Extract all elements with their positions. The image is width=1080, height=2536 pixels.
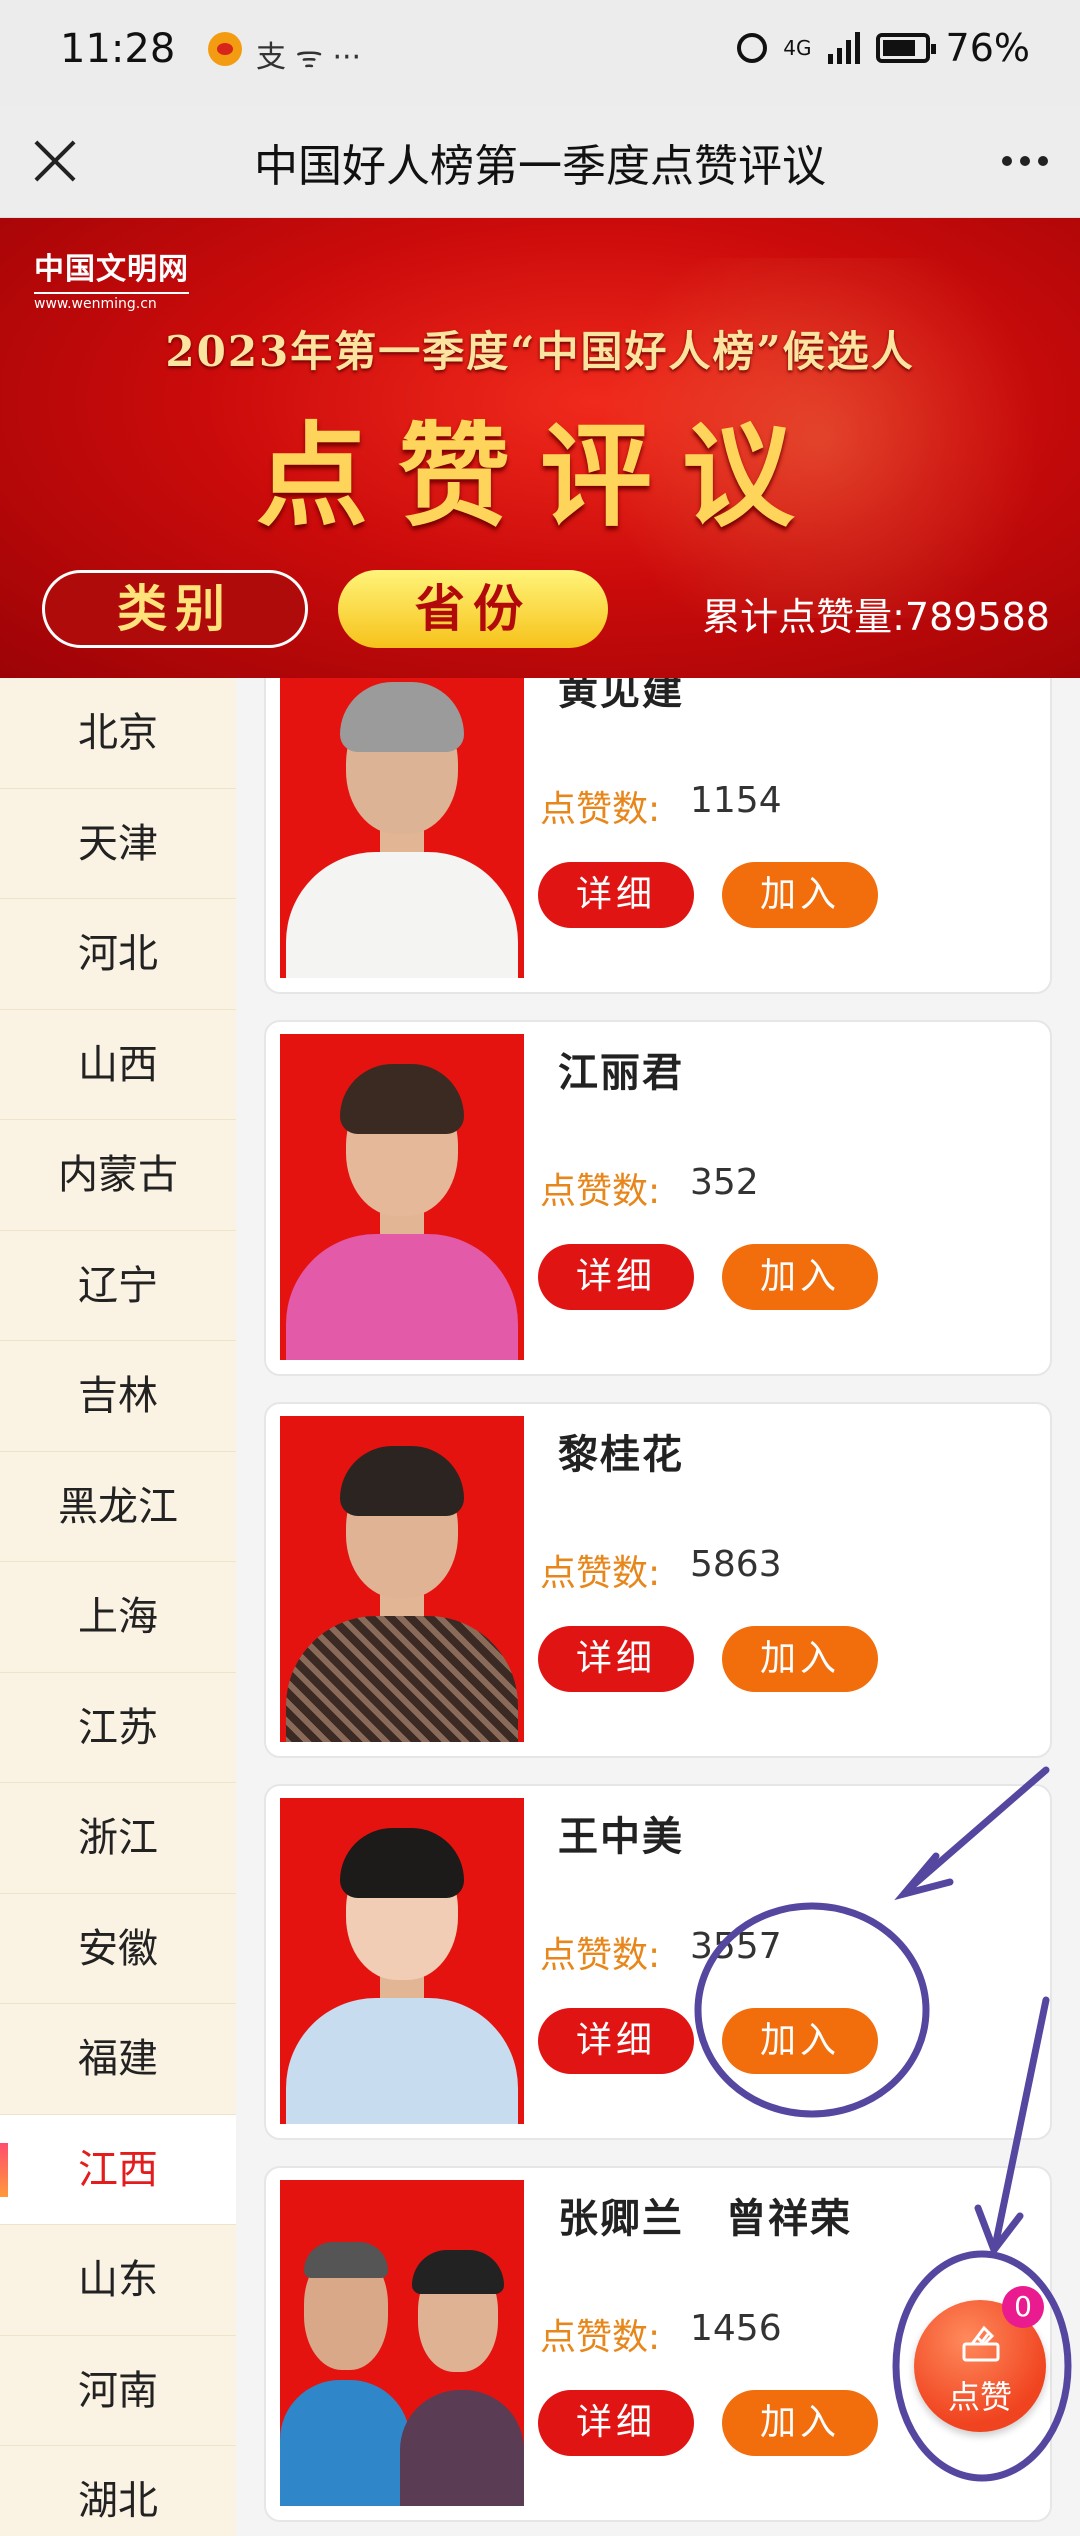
alarm-icon bbox=[737, 33, 768, 63]
notification-glyphs: 支 ᯤ ··· bbox=[256, 40, 362, 75]
join-button[interactable]: 加入 bbox=[722, 862, 878, 928]
detail-button[interactable]: 详细 bbox=[538, 1626, 694, 1692]
sidebar-item-jilin[interactable]: 吉林 bbox=[0, 1341, 236, 1452]
likes-label: 点赞数: bbox=[540, 1935, 661, 1976]
sidebar-item-hubei[interactable]: 湖北 bbox=[0, 2446, 236, 2536]
battery-percent: 76% bbox=[945, 26, 1030, 70]
notification-icons: 支 ᯤ ··· bbox=[208, 32, 361, 76]
candidate-name: 江丽君 bbox=[558, 1050, 684, 1096]
province-sidebar: 北京 天津 河北 山西 内蒙古 辽宁 吉林 黑龙江 上海 江苏 浙江 安徽 福建… bbox=[0, 678, 236, 2536]
vote-label: 点赞 bbox=[947, 2378, 1012, 2416]
weibo-icon bbox=[208, 32, 242, 66]
join-button[interactable]: 加入 bbox=[722, 1244, 878, 1310]
ballot-icon bbox=[962, 2325, 1000, 2362]
detail-button[interactable]: 详细 bbox=[538, 1244, 694, 1310]
sidebar-item-neimenggu[interactable]: 内蒙古 bbox=[0, 1120, 236, 1231]
status-time: 11:28 bbox=[60, 26, 176, 72]
tab-province[interactable]: 省份 bbox=[338, 570, 608, 648]
network-type: 4G bbox=[783, 36, 812, 60]
candidate-card: 黎桂花 点赞数: 5863 详细 加入 bbox=[264, 1402, 1052, 1758]
likes-count: 1154 bbox=[690, 780, 782, 821]
wenming-logo: 中国文明网 www.wenming.cn bbox=[34, 252, 189, 312]
sidebar-item-zhejiang[interactable]: 浙江 bbox=[0, 1783, 236, 1894]
sidebar-item-anhui[interactable]: 安徽 bbox=[0, 1894, 236, 2004]
likes-count: 352 bbox=[690, 1162, 759, 1203]
candidate-card: 黄见建 点赞数: 1154 详细 加入 bbox=[264, 678, 1052, 994]
system-icons: 4G 76% bbox=[737, 26, 1030, 70]
vote-count-badge: 0 bbox=[1002, 2286, 1044, 2328]
candidate-photo bbox=[280, 1034, 524, 1360]
sidebar-item-tianjin[interactable]: 天津 bbox=[0, 789, 236, 899]
battery-icon bbox=[875, 33, 936, 63]
detail-button[interactable]: 详细 bbox=[538, 2008, 694, 2074]
more-options-icon[interactable] bbox=[1002, 156, 1048, 166]
banner-headline: 2023年第一季度“中国好人榜”候选人 bbox=[165, 327, 915, 376]
sidebar-item-beijing[interactable]: 北京 bbox=[0, 678, 236, 789]
total-likes: 累计点赞量:789588 bbox=[702, 595, 1050, 639]
candidate-list: 黄见建 点赞数: 1154 详细 加入 江丽君 点赞数: 352 详细 加入 黎… bbox=[236, 678, 1080, 2536]
sidebar-item-henan[interactable]: 河南 bbox=[0, 2336, 236, 2446]
sidebar-item-jiangsu[interactable]: 江苏 bbox=[0, 1673, 236, 1783]
candidate-photo bbox=[280, 2180, 524, 2506]
sidebar-item-hebei[interactable]: 河北 bbox=[0, 899, 236, 1010]
candidate-photo bbox=[280, 1798, 524, 2124]
tab-category[interactable]: 类别 bbox=[42, 570, 308, 648]
sidebar-item-shanxi[interactable]: 山西 bbox=[0, 1010, 236, 1120]
sidebar-item-liaoning[interactable]: 辽宁 bbox=[0, 1231, 236, 1341]
join-button[interactable]: 加入 bbox=[722, 2390, 878, 2456]
candidate-name: 王中美 bbox=[558, 1814, 684, 1860]
likes-count: 1456 bbox=[690, 2308, 782, 2349]
sidebar-item-heilongjiang[interactable]: 黑龙江 bbox=[0, 1452, 236, 1562]
sidebar-item-fujian[interactable]: 福建 bbox=[0, 2004, 236, 2115]
likes-count: 5863 bbox=[690, 1544, 782, 1585]
sidebar-item-shandong[interactable]: 山东 bbox=[0, 2225, 236, 2336]
status-bar: 11:28 支 ᯤ ··· 4G 76% bbox=[0, 0, 1080, 106]
title-bar: 中国好人榜第一季度点赞评议 bbox=[0, 106, 1080, 218]
join-button[interactable]: 加入 bbox=[722, 2008, 878, 2074]
banner: 中国文明网 www.wenming.cn 2023年第一季度“中国好人榜”候选人… bbox=[0, 218, 1080, 678]
candidate-card: 王中美 点赞数: 3557 详细 加入 bbox=[264, 1784, 1052, 2140]
likes-count: 3557 bbox=[690, 1926, 782, 1967]
banner-title: 点赞评议 bbox=[256, 411, 824, 542]
candidate-card: 江丽君 点赞数: 352 详细 加入 bbox=[264, 1020, 1052, 1376]
likes-label: 点赞数: bbox=[540, 1171, 661, 1212]
candidate-photo bbox=[280, 1416, 524, 1742]
signal-icon bbox=[827, 32, 860, 64]
candidate-name: 张卿兰 曾祥荣 bbox=[558, 2196, 852, 2242]
candidate-name: 黎桂花 bbox=[558, 1432, 684, 1478]
likes-label: 点赞数: bbox=[540, 2317, 661, 2358]
page-title: 中国好人榜第一季度点赞评议 bbox=[254, 141, 826, 192]
likes-label: 点赞数: bbox=[540, 789, 661, 830]
detail-button[interactable]: 详细 bbox=[538, 2390, 694, 2456]
sidebar-item-shanghai[interactable]: 上海 bbox=[0, 1562, 236, 1673]
likes-label: 点赞数: bbox=[540, 1553, 661, 1594]
candidate-name: 黄见建 bbox=[558, 678, 684, 714]
detail-button[interactable]: 详细 bbox=[538, 862, 694, 928]
candidate-photo bbox=[280, 678, 524, 978]
sidebar-item-jiangxi[interactable]: 江西 bbox=[0, 2114, 236, 2225]
join-button[interactable]: 加入 bbox=[722, 1626, 878, 1692]
